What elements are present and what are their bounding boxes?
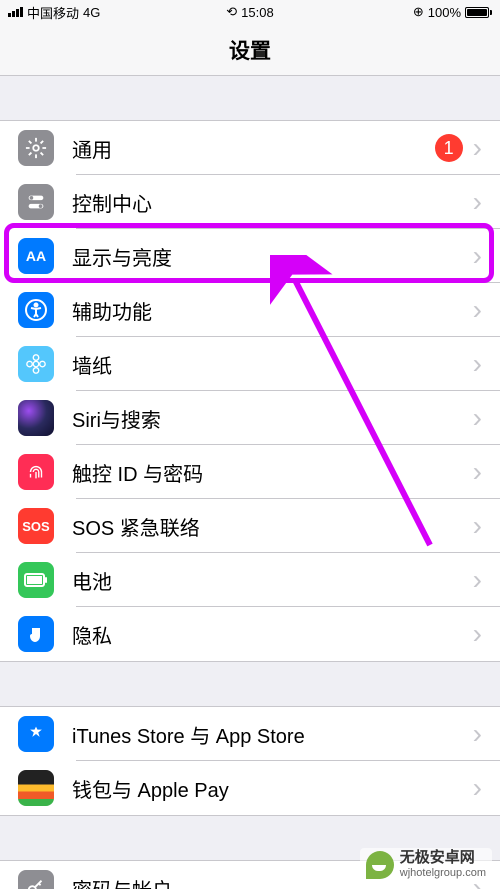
row-display-brightness[interactable]: AA 显示与亮度 › <box>0 229 500 283</box>
row-label: 通用 <box>72 134 435 163</box>
battery-pct-label: 100% <box>428 5 461 20</box>
status-bar: 中国移动 4G ⟲ 15:08 ⊕ 100% <box>0 0 500 24</box>
row-wallpaper[interactable]: 墙纸 › <box>0 337 500 391</box>
row-battery[interactable]: 电池 › <box>0 553 500 607</box>
flower-icon <box>18 346 54 382</box>
chevron-right-icon: › <box>473 774 482 802</box>
chevron-right-icon: › <box>473 720 482 748</box>
status-center: ⟲ 15:08 <box>226 4 273 20</box>
row-itunes-appstore[interactable]: iTunes Store 与 App Store › <box>0 707 500 761</box>
chevron-right-icon: › <box>473 620 482 648</box>
row-label: 电池 <box>72 566 473 595</box>
network-label: 4G <box>83 5 100 20</box>
page-title: 设置 <box>229 35 271 65</box>
gear-icon <box>18 130 54 166</box>
appstore-icon <box>18 716 54 752</box>
hand-icon <box>18 616 54 652</box>
sos-icon: SOS <box>18 508 54 544</box>
battery-icon <box>465 7 492 18</box>
hotspot-icon: ⟲ <box>226 4 237 20</box>
chevron-right-icon: › <box>473 458 482 486</box>
row-wallet-applepay[interactable]: 钱包与 Apple Pay › <box>0 761 500 815</box>
row-label: Siri与搜索 <box>72 404 473 433</box>
watermark-sub: wjhotelgroup.com <box>400 867 486 879</box>
switches-icon <box>18 184 54 220</box>
row-label: 隐私 <box>72 620 473 649</box>
row-label: 触控 ID 与密码 <box>72 458 473 487</box>
notification-badge: 1 <box>435 134 463 162</box>
status-left: 中国移动 4G <box>8 3 100 22</box>
chevron-right-icon: › <box>473 188 482 216</box>
nav-bar: 设置 <box>0 24 500 76</box>
accessibility-icon <box>18 292 54 328</box>
text-size-icon: AA <box>18 238 54 274</box>
settings-group-1: 通用 1 › 控制中心 › AA 显示与亮度 › 辅助功能 › 墙纸 › Sir… <box>0 120 500 662</box>
status-right: ⊕ 100% <box>413 4 492 20</box>
row-label: 显示与亮度 <box>72 242 473 271</box>
chevron-right-icon: › <box>473 296 482 324</box>
chevron-right-icon: › <box>473 350 482 378</box>
time-label: 15:08 <box>241 5 274 20</box>
row-label: 钱包与 Apple Pay <box>72 774 473 803</box>
orientation-lock-icon: ⊕ <box>413 4 424 20</box>
row-label: iTunes Store 与 App Store <box>72 720 473 749</box>
row-siri-search[interactable]: Siri与搜索 › <box>0 391 500 445</box>
wallet-icon <box>18 770 54 806</box>
row-touchid-passcode[interactable]: 触控 ID 与密码 › <box>0 445 500 499</box>
battery-settings-icon <box>18 562 54 598</box>
chevron-right-icon: › <box>473 512 482 540</box>
settings-group-2: iTunes Store 与 App Store › 钱包与 Apple Pay… <box>0 706 500 816</box>
row-label: SOS 紧急联络 <box>72 512 473 541</box>
row-general[interactable]: 通用 1 › <box>0 121 500 175</box>
carrier-label: 中国移动 <box>27 3 79 22</box>
row-privacy[interactable]: 隐私 › <box>0 607 500 661</box>
row-label: 墙纸 <box>72 350 473 379</box>
row-label: 辅助功能 <box>72 296 473 325</box>
watermark: 无极安卓网 wjhotelgroup.com <box>360 848 492 881</box>
chevron-right-icon: › <box>473 134 482 162</box>
fingerprint-icon <box>18 454 54 490</box>
row-control-center[interactable]: 控制中心 › <box>0 175 500 229</box>
row-label: 控制中心 <box>72 188 473 217</box>
siri-icon <box>18 400 54 436</box>
row-sos[interactable]: SOS SOS 紧急联络 › <box>0 499 500 553</box>
row-accessibility[interactable]: 辅助功能 › <box>0 283 500 337</box>
watermark-logo-icon <box>366 851 394 879</box>
chevron-right-icon: › <box>473 404 482 432</box>
chevron-right-icon: › <box>473 242 482 270</box>
signal-icon <box>8 7 23 17</box>
key-icon <box>18 870 54 889</box>
chevron-right-icon: › <box>473 566 482 594</box>
watermark-main: 无极安卓网 <box>400 850 486 867</box>
settings-content[interactable]: 通用 1 › 控制中心 › AA 显示与亮度 › 辅助功能 › 墙纸 › Sir… <box>0 76 500 889</box>
